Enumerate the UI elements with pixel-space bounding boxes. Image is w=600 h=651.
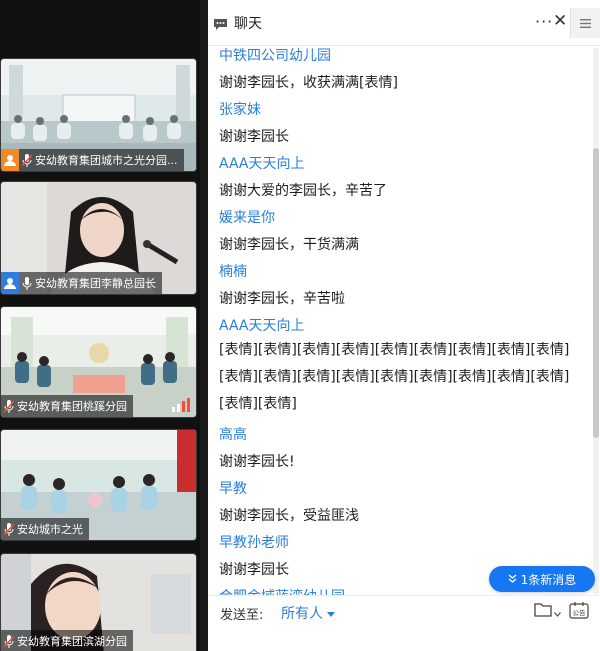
participant-name: 安幼教育集团滨湖分园 (17, 635, 127, 648)
close-icon[interactable]: ✕ (553, 11, 567, 31)
chat-header: 聊天 ··· ✕ (208, 0, 600, 46)
participant-label: 安幼城市之光 (1, 518, 89, 540)
participant-name: 安幼城市之光 (17, 523, 83, 536)
hamburger-menu-icon[interactable] (570, 8, 600, 38)
message-text: 谢谢李园长 (219, 129, 289, 145)
video-gallery: 安幼教育集团城市之光分园... 安幼教育集团李静总园长 安幼教育集团桃蹊分园 安… (0, 0, 200, 651)
message-sender: 楠楠 (219, 264, 247, 280)
chevron-down-icon (554, 602, 561, 621)
message-text: 谢谢李园长，受益匪浅 (219, 508, 359, 524)
microphone-muted-icon (1, 399, 17, 413)
recipient-value: 所有人 (281, 606, 323, 622)
video-tile-4[interactable]: 安幼城市之光 (0, 429, 197, 541)
participant-name: 安幼教育集团桃蹊分园 (17, 400, 127, 413)
more-options-icon[interactable]: ··· (535, 12, 553, 31)
chat-title: 聊天 (234, 16, 262, 32)
participant-label: 安幼教育集团桃蹊分园 (1, 395, 133, 417)
microphone-icon (19, 276, 35, 290)
new-messages-label: 1条新消息 (520, 572, 577, 587)
video-tile-3[interactable]: 安幼教育集团桃蹊分园 (0, 306, 197, 418)
chat-scrollbar[interactable] (593, 48, 599, 594)
microphone-muted-icon (19, 153, 35, 167)
message-list[interactable]: 中铁四公司幼儿园 谢谢李园长，收获满满[表情] 张家妹 谢谢李园长 AAA天天向… (208, 42, 592, 595)
message-text: 谢谢李园长，收获满满[表情] (219, 75, 398, 91)
participant-name: 安幼教育集团李静总园长 (35, 277, 156, 290)
chat-footer: 发送至: 所有人 公告 (208, 595, 600, 651)
message-text: 谢谢李园长! (219, 454, 295, 470)
chat-panel: 聊天 ··· ✕ 中铁四公司幼儿园 谢谢李园长，收获满满[表情] 张家妹 谢谢李… (208, 0, 600, 651)
chevron-down-double-icon (508, 572, 517, 586)
message-sender: 早教 (219, 481, 247, 497)
new-messages-button[interactable]: 1条新消息 (489, 566, 595, 592)
message-sender: AAA天天向上 (219, 318, 305, 334)
caret-down-icon (327, 605, 335, 621)
recipient-select[interactable]: 所有人 (281, 603, 335, 623)
video-tile-1[interactable]: 安幼教育集团城市之光分园... (0, 58, 197, 172)
message-sender: 高高 (219, 427, 247, 443)
message-text: 谢谢李园长，辛苦啦 (219, 291, 345, 307)
message-input[interactable] (208, 630, 600, 651)
participant-label: 安幼教育集团滨湖分园 (1, 630, 133, 651)
send-to-label: 发送至: (220, 608, 264, 623)
message-sender: 早教孙老师 (219, 535, 289, 551)
participant-label: 安幼教育集团李静总园长 (1, 272, 162, 294)
message-sender: AAA天天向上 (219, 156, 305, 172)
participant-name: 安幼教育集团城市之光分园... (35, 154, 178, 167)
avatar-icon (1, 149, 19, 171)
scrollbar-thumb[interactable] (593, 148, 599, 438)
message-sender: 中铁四公司幼儿园 (219, 48, 331, 64)
message-sender: 媛来是你 (219, 210, 275, 226)
microphone-muted-icon (1, 634, 17, 648)
microphone-muted-icon (1, 522, 17, 536)
announcement-icon-label: 公告 (573, 608, 587, 617)
message-text: 谢谢李园长，干货满满 (219, 237, 359, 253)
chat-bubble-icon (213, 16, 228, 35)
folder-icon (534, 602, 552, 621)
participant-label: 安幼教育集团城市之光分园... (1, 149, 184, 171)
message-text: 谢谢大爱的李园长，辛苦了 (219, 183, 387, 199)
message-text: [表情][表情][表情][表情][表情][表情][表情][表情][表情][表情]… (219, 342, 570, 412)
avatar-icon (1, 272, 19, 294)
video-tile-2[interactable]: 安幼教育集团李静总园长 (0, 181, 197, 295)
message-text: 谢谢李园长 (219, 562, 289, 578)
message-sender: 张家妹 (219, 102, 261, 118)
message-sender: 合肥金域蓝湾幼儿园 (219, 586, 345, 595)
announcement-button[interactable]: 公告 (569, 601, 589, 623)
signal-strength-icon (172, 398, 190, 412)
file-folder-button[interactable] (534, 602, 561, 621)
video-tile-5[interactable]: 安幼教育集团滨湖分园 (0, 553, 197, 651)
